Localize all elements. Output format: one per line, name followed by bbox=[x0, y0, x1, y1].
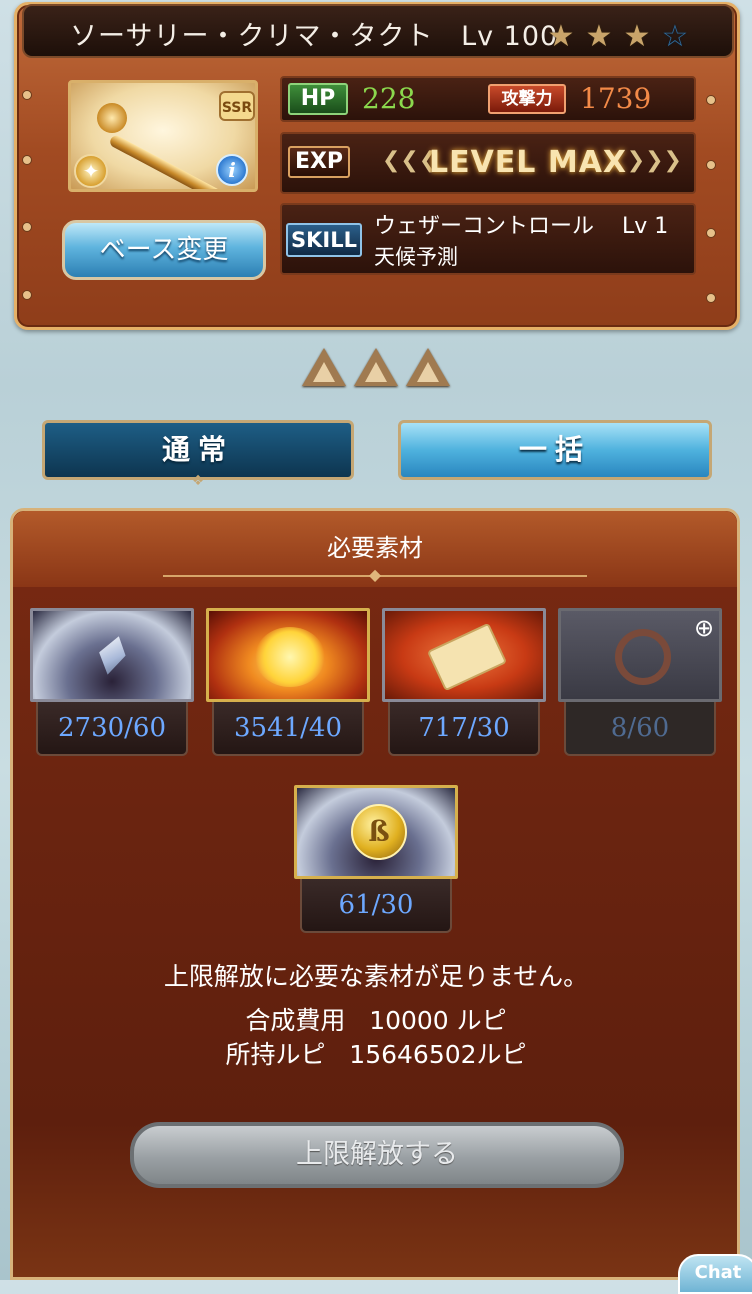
material-card[interactable] bbox=[30, 608, 194, 702]
star-icon: ★ bbox=[623, 19, 651, 54]
rivet-icon bbox=[22, 155, 32, 165]
exp-label: EXP bbox=[288, 146, 350, 178]
item-title-bar: ソーサリー・クリマ・タクト Lv 100 ★ ★ ★ ☆ bbox=[22, 4, 734, 58]
crystal-icon bbox=[93, 632, 131, 678]
skill-name: ウェザーコントロール bbox=[374, 214, 595, 239]
material-count: 61/30 bbox=[300, 879, 452, 933]
star-icon: ★ bbox=[585, 19, 613, 54]
rarity-stars: ★ ★ ★ ☆ bbox=[544, 20, 692, 56]
material-card[interactable]: ⊕ bbox=[558, 608, 722, 702]
flame-burst-icon bbox=[255, 627, 325, 687]
scroll-icon bbox=[426, 622, 508, 692]
rivet-icon bbox=[22, 222, 32, 232]
hp-value: 228 bbox=[362, 82, 416, 115]
skill-label: SKILL bbox=[286, 223, 362, 257]
star-icon: ★ bbox=[547, 19, 575, 54]
owned-rupie-row: 所持ルピ 15646502ルピ bbox=[0, 1039, 752, 1071]
chat-button[interactable]: Chat bbox=[678, 1254, 752, 1294]
coin-icon: ß bbox=[351, 804, 407, 860]
skill-level: Lv 1 bbox=[622, 214, 669, 239]
ship-wheel-icon bbox=[615, 629, 671, 685]
material-count: 717/30 bbox=[388, 702, 540, 756]
fee-row: 合成費用 10000 ルピ bbox=[0, 1005, 752, 1037]
stats-row: HP 228 攻撃力 1739 bbox=[280, 76, 696, 122]
insufficient-message: 上限解放に必要な素材が足りません。 bbox=[163, 962, 589, 991]
fee-label: 合成費用 bbox=[245, 1006, 346, 1035]
bulk-mode-button[interactable]: 一括 bbox=[398, 420, 712, 480]
material-card[interactable] bbox=[206, 608, 370, 702]
rivet-icon bbox=[706, 228, 716, 238]
normal-mode-button[interactable]: 通常 bbox=[42, 420, 354, 480]
uncap-indicator bbox=[302, 348, 452, 390]
uncap-triangle-icon bbox=[302, 348, 346, 388]
base-change-button[interactable]: ベース変更 bbox=[62, 220, 266, 280]
item-name: ソーサリー・クリマ・タクト bbox=[70, 21, 434, 52]
material-count: 3541/40 bbox=[212, 702, 364, 756]
material-card[interactable] bbox=[382, 608, 546, 702]
rivet-icon bbox=[706, 95, 716, 105]
rivet-icon bbox=[706, 160, 716, 170]
materials-title: 必要素材 bbox=[327, 534, 423, 562]
ornament-icon: ❖ bbox=[191, 473, 205, 489]
uncap-button[interactable]: 上限解放する bbox=[130, 1122, 624, 1188]
uncap-triangle-icon bbox=[354, 348, 398, 388]
item-name-title: ソーサリー・クリマ・タクト Lv 100 bbox=[70, 18, 558, 56]
material-count: 2730/60 bbox=[36, 702, 188, 756]
star-empty-icon: ☆ bbox=[661, 19, 689, 54]
owned-label: 所持ルピ bbox=[225, 1040, 326, 1069]
level-max-label: LEVEL MAX bbox=[428, 145, 628, 180]
element-wind-icon: ✦ bbox=[74, 154, 108, 188]
atk-label: 攻撃力 bbox=[488, 84, 566, 114]
wand-head-icon bbox=[97, 103, 127, 133]
exp-row: EXP ❮❮❮ ❯❯❯ LEVEL MAX bbox=[280, 132, 696, 194]
material-card[interactable]: ß bbox=[294, 785, 458, 879]
ornament-icon: ◆ bbox=[368, 565, 382, 584]
skill-row[interactable]: SKILL ウェザーコントロール Lv 1 天候予測 bbox=[280, 203, 696, 275]
rarity-badge: SSR bbox=[219, 91, 255, 121]
atk-value: 1739 bbox=[580, 82, 652, 115]
uncap-triangle-icon bbox=[406, 348, 450, 388]
info-icon[interactable]: i bbox=[216, 154, 248, 186]
fee-value: 10000 ルピ bbox=[369, 1006, 507, 1035]
hp-label: HP bbox=[288, 83, 348, 115]
rivet-icon bbox=[22, 290, 32, 300]
zoom-icon[interactable]: ⊕ bbox=[689, 613, 719, 643]
owned-value: 15646502ルピ bbox=[349, 1040, 527, 1069]
material-count: 8/60 bbox=[564, 702, 716, 756]
skill-description: 天候予測 bbox=[374, 245, 458, 269]
rivet-icon bbox=[22, 90, 32, 100]
rivet-icon bbox=[706, 293, 716, 303]
